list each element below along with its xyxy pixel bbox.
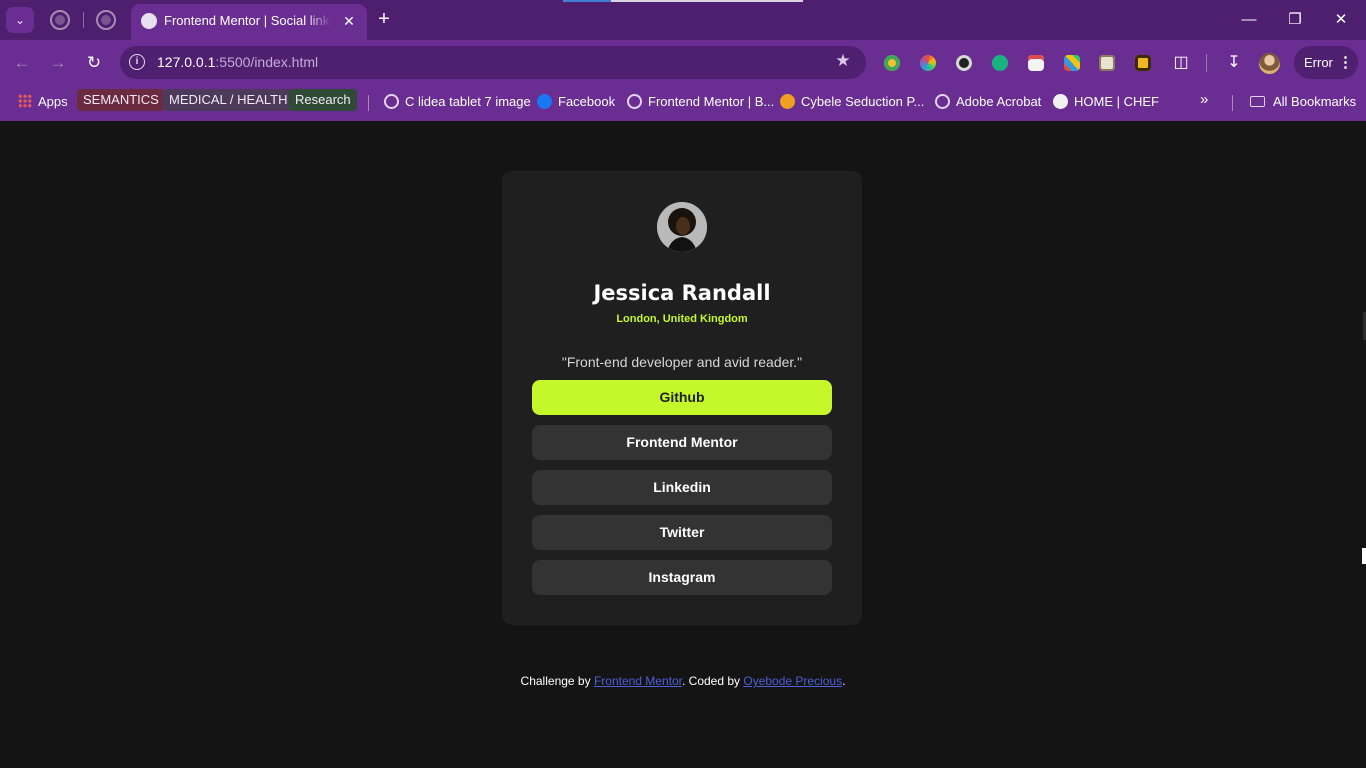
extension-sync-icon[interactable] (992, 55, 1008, 71)
attribution-prefix: Challenge by (520, 674, 594, 688)
bookmark-label: C lidea tablet 7 image (405, 94, 531, 109)
profile-error-label: Error (1304, 55, 1333, 70)
back-arrow-icon[interactable]: ← (10, 51, 34, 75)
extension-grid-icon[interactable] (1064, 55, 1080, 71)
profile-avatar[interactable] (1259, 53, 1280, 74)
extension-calendar-icon[interactable] (1028, 55, 1044, 71)
twitter-link-button[interactable]: Twitter (532, 515, 832, 550)
attribution-suffix: . (842, 674, 846, 688)
url-host: 127.0.0.1 (157, 54, 216, 70)
window-close-icon[interactable]: ✕ (1326, 6, 1356, 34)
profile-bio: "Front-end developer and avid reader." (561, 354, 803, 370)
profile-error-button[interactable]: Error ⋮ (1294, 46, 1358, 79)
reload-icon[interactable]: ↻ (82, 51, 106, 75)
url-path: :5500/index.html (215, 54, 319, 70)
apps-grid-icon (18, 94, 32, 108)
bookmark-label: Adobe Acrobat (956, 94, 1042, 109)
more-bookmarks-chevron-icon[interactable]: » (1200, 91, 1208, 108)
bookmark-folder-semantics[interactable]: SEMANTICS (77, 89, 165, 111)
tab-divider (83, 12, 84, 28)
new-tab-plus-icon[interactable]: + (373, 9, 395, 31)
chef-icon (1053, 94, 1068, 109)
tab-search-chevron-icon[interactable]: ⌄ (6, 7, 34, 33)
bookmark-apps-label: Apps (38, 94, 68, 109)
tab-close-icon[interactable]: ✕ (339, 11, 359, 31)
bookmark-folder-research[interactable]: Research (289, 89, 357, 111)
extension-note-icon[interactable] (1099, 55, 1115, 71)
download-icon[interactable]: ↧ (1223, 52, 1245, 74)
minimize-icon[interactable]: — (1234, 6, 1264, 34)
bookmark-home-chef[interactable]: HOME | CHEF (1053, 91, 1159, 113)
tab-favicon-icon (141, 13, 157, 29)
extensions-puzzle-icon[interactable]: ◫ (1171, 52, 1191, 72)
bookmarks-divider (1232, 95, 1233, 111)
profile-card: Jessica Randall London, United Kingdom "… (502, 171, 862, 625)
bookmark-label: Facebook (558, 94, 616, 109)
profile-name: Jessica Randall (593, 281, 771, 305)
bookmark-frontend-mentor[interactable]: Frontend Mentor | B... (627, 91, 774, 113)
url-text[interactable]: 127.0.0.1:5500/index.html (157, 54, 318, 70)
extension-bulb-icon[interactable] (884, 55, 900, 71)
challenge-link[interactable]: Frontend Mentor (594, 674, 682, 688)
bookmark-apps[interactable]: Apps (18, 91, 68, 113)
star-badge-icon (780, 94, 795, 109)
profile-location: London, United Kingdom (616, 313, 748, 325)
browser-toolbar: ← → ↻ i 127.0.0.1:5500/index.html ★ ◫ ↧ … (0, 40, 1366, 85)
active-tab[interactable]: Frontend Mentor | Social links profile ✕ (131, 4, 367, 40)
bookmark-cybele[interactable]: Cybele Seduction P... (780, 91, 924, 113)
globe-icon (384, 94, 399, 109)
attribution: Challenge by Frontend Mentor. Coded by O… (0, 674, 1366, 688)
bookmark-c-lidea[interactable]: C lidea tablet 7 image (384, 91, 531, 113)
globe-icon (935, 94, 950, 109)
bookmark-folder-medical-health[interactable]: MEDICAL / HEALTH (163, 89, 294, 111)
all-bookmarks[interactable]: All Bookmarks (1250, 91, 1356, 113)
attribution-middle: . Coded by (682, 674, 744, 688)
extension-circle-icon[interactable] (956, 55, 972, 71)
browser-chrome: ⌄ Frontend Mentor | Social links profile… (0, 0, 1366, 121)
bookmark-facebook[interactable]: Facebook (537, 91, 615, 113)
bookmark-label: Cybele Seduction P... (801, 94, 925, 109)
address-bar[interactable]: i 127.0.0.1:5500/index.html ★ (120, 46, 866, 79)
pinned-tab-globe-icon[interactable] (96, 10, 116, 30)
bookmark-adobe-acrobat[interactable]: Adobe Acrobat (935, 91, 1041, 113)
forward-arrow-icon[interactable]: → (46, 51, 70, 75)
frontend-mentor-link-button[interactable]: Frontend Mentor (532, 425, 832, 460)
folder-icon (1250, 96, 1265, 107)
globe-icon (627, 94, 642, 109)
avatar-portrait-icon (657, 202, 707, 252)
text-cursor-icon (1362, 548, 1366, 564)
tab-title: Frontend Mentor | Social links profile (164, 13, 332, 31)
bookmark-label: HOME | CHEF (1074, 94, 1159, 109)
site-info-icon[interactable]: i (129, 54, 145, 70)
github-link-button[interactable]: Github (532, 380, 832, 415)
more-menu-icon[interactable]: ⋮ (1338, 53, 1353, 71)
tab-strip: ⌄ Frontend Mentor | Social links profile… (0, 0, 1366, 40)
toolbar-divider (1206, 54, 1207, 72)
bookmarks-divider (368, 95, 369, 111)
extension-folder-icon[interactable] (1135, 55, 1151, 71)
instagram-link-button[interactable]: Instagram (532, 560, 832, 595)
facebook-icon (537, 94, 552, 109)
extension-color-picker-icon[interactable] (920, 55, 936, 71)
progress-stripe (563, 0, 803, 2)
restore-icon[interactable]: ❐ (1280, 6, 1310, 34)
all-bookmarks-label: All Bookmarks (1273, 94, 1357, 109)
bookmarks-bar: Apps SEMANTICS MEDICAL / HEALTH Research… (0, 85, 1366, 121)
linkedin-link-button[interactable]: Linkedin (532, 470, 832, 505)
pinned-tab-globe-icon[interactable] (50, 10, 70, 30)
bookmark-star-icon[interactable]: ★ (833, 51, 853, 73)
avatar (657, 202, 707, 252)
author-link[interactable]: Oyebode Precious (743, 674, 842, 688)
bookmark-label: Frontend Mentor | B... (648, 94, 775, 109)
